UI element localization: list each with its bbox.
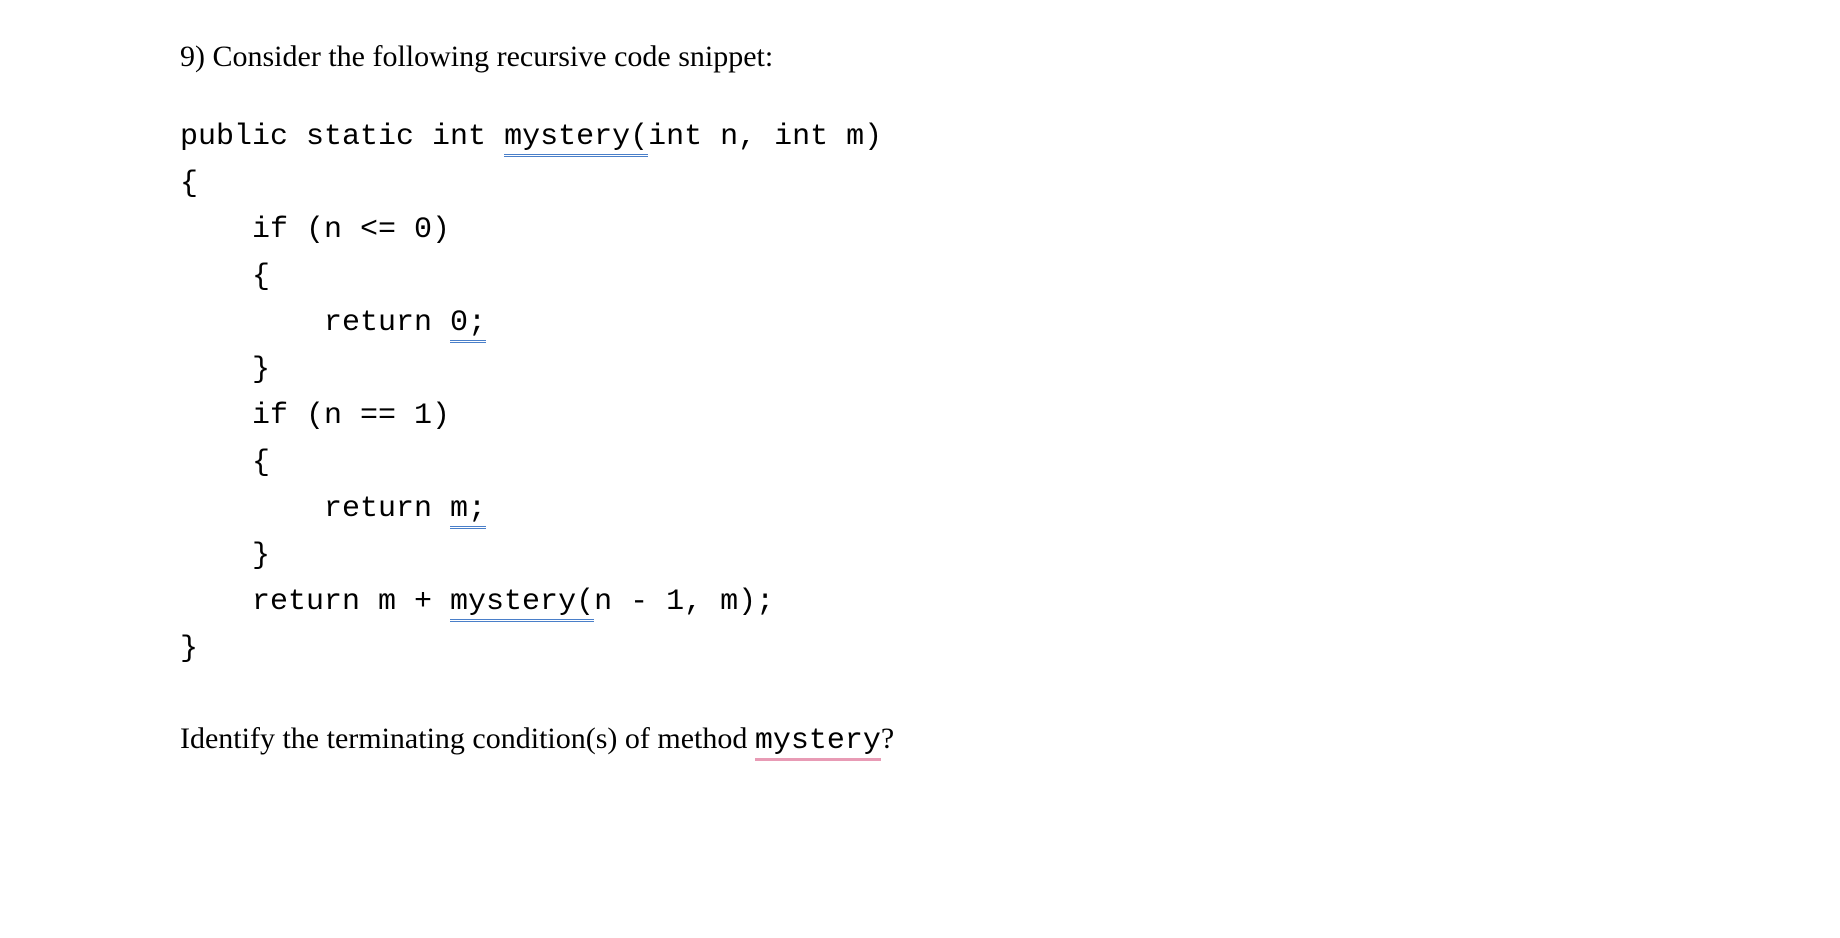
code-line-2: { (180, 167, 198, 201)
question-ask-prefix: Identify the terminating condition(s) of… (180, 722, 755, 755)
code-block: public static int mystery(int n, int m) … (180, 114, 1840, 672)
question-ask-method: mystery (755, 724, 881, 761)
code-line-1-prefix: public static int (180, 120, 504, 154)
code-line-3: if (n <= 0) (180, 213, 450, 247)
question-ask-suffix: ? (881, 722, 894, 755)
question-ask: Identify the terminating condition(s) of… (180, 722, 1840, 758)
question-intro: 9) Consider the following recursive code… (180, 40, 1840, 74)
code-line-4: { (180, 260, 270, 294)
code-line-5-underlined: 0; (450, 306, 486, 343)
code-line-11-suffix: n - 1, m); (594, 585, 774, 619)
code-line-5-prefix: return (180, 306, 450, 340)
code-line-12: } (180, 632, 198, 666)
code-line-1-suffix: int n, int m) (648, 120, 882, 154)
code-line-9-underlined: m; (450, 492, 486, 529)
code-line-10: } (180, 539, 270, 573)
code-line-7: if (n == 1) (180, 399, 450, 433)
code-line-11-underlined: mystery( (450, 585, 594, 622)
code-line-11-prefix: return m + (180, 585, 450, 619)
code-line-8: { (180, 446, 270, 480)
code-line-6: } (180, 353, 270, 387)
code-line-1-underlined: mystery( (504, 120, 648, 157)
code-line-9-prefix: return (180, 492, 450, 526)
